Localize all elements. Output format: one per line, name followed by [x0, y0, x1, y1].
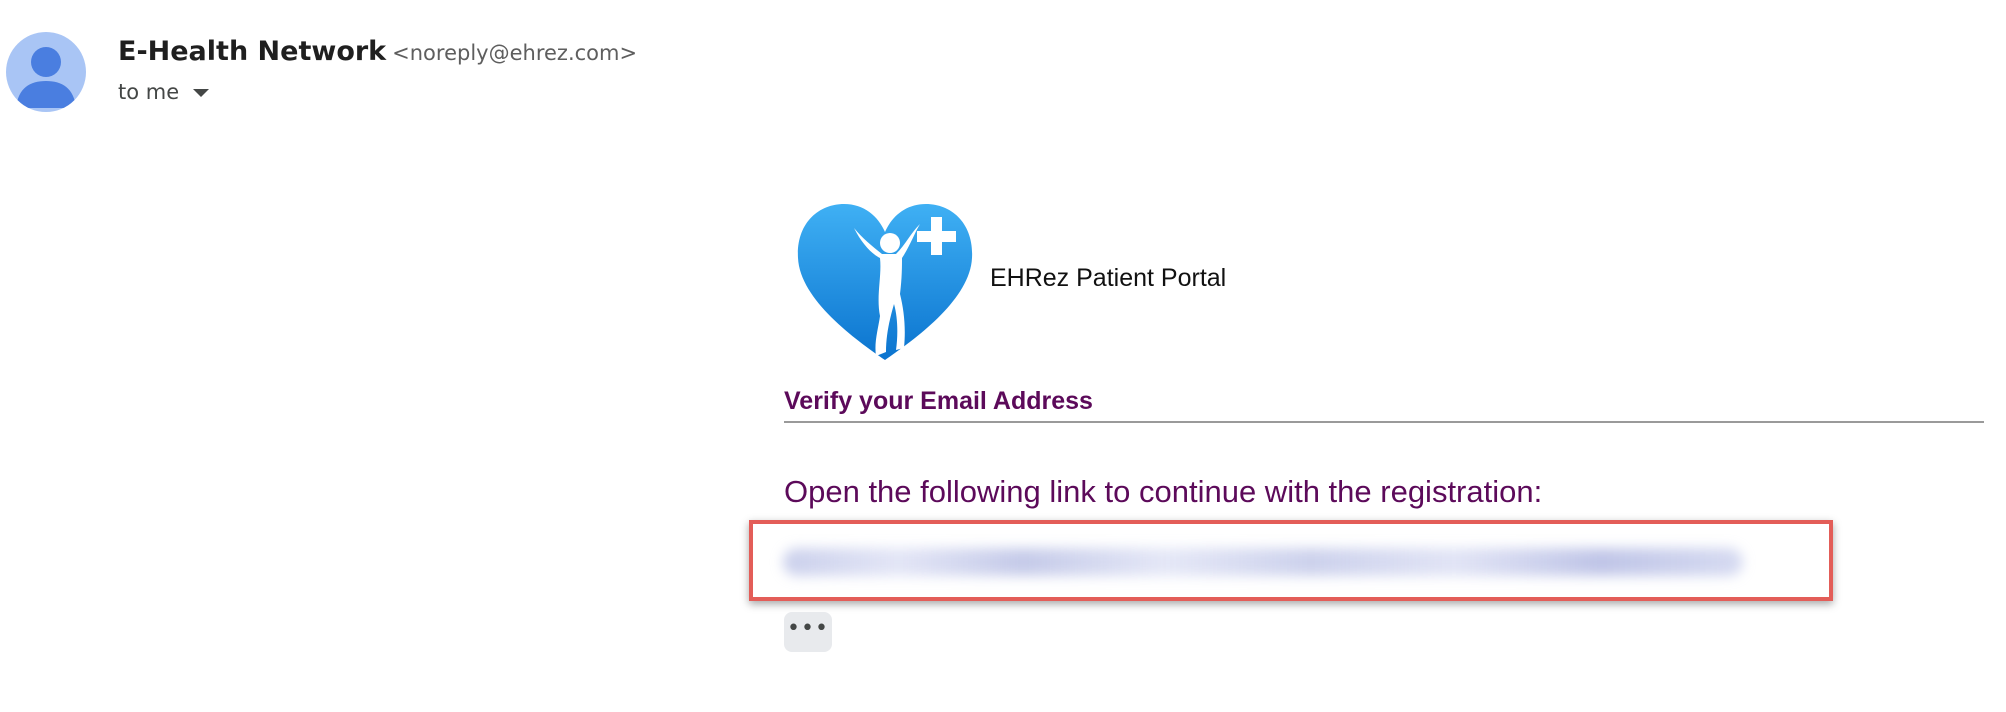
sender-line: E-Health Network <noreply@ehrez.com>	[118, 32, 637, 76]
show-trimmed-content-button[interactable]: •••	[784, 612, 832, 652]
sender-avatar[interactable]	[6, 32, 86, 112]
recipient-details-toggle[interactable]: to me	[118, 74, 210, 110]
recipient-label: to me	[118, 80, 180, 104]
verification-link-highlight	[749, 520, 1833, 601]
portal-name: EHRez Patient Portal	[990, 264, 1227, 292]
verification-link[interactable]	[783, 548, 1743, 576]
heading-divider	[784, 421, 1984, 423]
instruction-text: Open the following link to continue with…	[784, 474, 1543, 509]
sender-name[interactable]: E-Health Network	[118, 36, 386, 67]
email-view: E-Health Network <noreply@ehrez.com> to m…	[0, 0, 2006, 712]
sender-email: <noreply@ehrez.com>	[392, 41, 638, 65]
chevron-down-icon[interactable]	[193, 89, 210, 97]
email-heading: Verify your Email Address	[784, 387, 1093, 415]
person-icon	[16, 47, 76, 108]
heart-plus-person-icon	[797, 204, 973, 360]
ellipsis-icon: •••	[787, 616, 829, 641]
